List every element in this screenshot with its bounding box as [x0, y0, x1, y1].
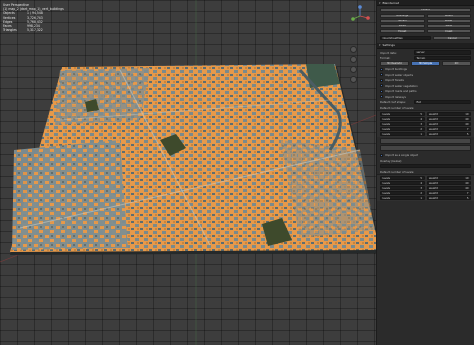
3d-viewport[interactable]: User Perspective (1) map_2 (dart_map_1)_… [0, 0, 376, 345]
weight-field[interactable]: weight 5 [426, 132, 471, 137]
weight-field[interactable]: weight 7 [426, 127, 471, 132]
cancel-button[interactable]: Cancel [433, 35, 471, 41]
levels-field[interactable]: levels 2 [380, 127, 425, 132]
axis-x-icon [366, 16, 370, 20]
levels-field[interactable]: levels 1 [380, 132, 425, 137]
stat-row: Triangles 5,317,322 [3, 28, 43, 33]
format-label: Format: [380, 56, 391, 60]
checkbox[interactable] [380, 78, 383, 82]
layer-button[interactable]: Water [426, 18, 471, 23]
city-map-model[interactable] [0, 0, 376, 345]
mode-tab[interactable]: 2D [442, 61, 471, 66]
extent-button[interactable]: Extent [380, 7, 471, 12]
checkbox[interactable] [380, 67, 383, 71]
mode-tab[interactable]: 3D Realistic [380, 61, 409, 66]
levels-field[interactable]: levels 4 [380, 181, 425, 186]
pan-icon[interactable] [349, 56, 357, 63]
levels-field[interactable]: levels 5 [380, 176, 425, 181]
settings-header[interactable]: ▾ Settings [377, 42, 474, 49]
empty-list-box [380, 138, 471, 145]
checkbox[interactable] [380, 153, 383, 157]
weight-field[interactable]: weight 10 [426, 112, 471, 117]
weight-field[interactable]: weight 5 [426, 196, 471, 201]
weight-field[interactable]: weight 40 [426, 181, 471, 186]
levels-field[interactable]: levels 3 [380, 186, 425, 191]
levels-table: levels 5 weight 10 levels 4 weight 40 levels… [377, 110, 474, 138]
levels-field[interactable]: levels 4 [380, 117, 425, 122]
navigation-gizmo[interactable] [345, 3, 375, 45]
chevron-down-icon: ▾ [379, 0, 381, 5]
sidebar-panel: ▾ Blendernet Extent Buildings Roads Terr… [376, 0, 474, 345]
roof-shape-select[interactable]: flat [414, 99, 471, 105]
axis-z-icon [358, 5, 362, 9]
data-source-field[interactable]: OpenStreetMap [380, 35, 432, 41]
import-data-select[interactable]: server [414, 50, 471, 55]
mode-tab-active[interactable]: 3D Simple [411, 61, 440, 66]
layer-button[interactable]: Buildings [380, 13, 425, 18]
checkbox[interactable] [380, 95, 383, 98]
weight-field[interactable]: weight 40 [426, 122, 471, 127]
viewport-tools [338, 46, 368, 83]
weight-field[interactable]: weight 7 [426, 191, 471, 196]
import-data-label: Import data: [380, 50, 397, 55]
weight-field[interactable]: weight 40 [426, 186, 471, 191]
layer-button[interactable]: Rails [426, 23, 471, 29]
chevron-down-icon: ▾ [379, 43, 381, 48]
viewport-statistics: User Perspective (1) map_2 (dart_map_1)_… [3, 3, 64, 32]
layer-button[interactable]: Roads [426, 13, 471, 18]
empty-list-box [380, 145, 471, 152]
levels-label-2: Default number of levels: [380, 169, 415, 174]
camera-icon[interactable] [349, 66, 357, 73]
checkbox[interactable] [380, 73, 383, 76]
panel-header[interactable]: ▾ Blendernet [377, 0, 474, 6]
axis-y-icon [351, 17, 355, 21]
levels-label: Default number of levels: [380, 105, 415, 110]
layer-button[interactable]: Parks [380, 23, 425, 29]
overlay-label: Overlay (below): [380, 158, 403, 163]
levels-table-2: levels 5 weight 10 levels 4 weight 40 levels… [377, 174, 474, 202]
perspective-toggle-icon[interactable] [349, 76, 357, 83]
levels-field[interactable]: levels 2 [380, 191, 425, 196]
roof-shape-label: Default roof shape: [380, 100, 406, 104]
layer-button[interactable]: Forest [380, 29, 425, 34]
levels-field[interactable]: levels 5 [380, 112, 425, 117]
overlay-select[interactable] [380, 163, 471, 169]
checkbox[interactable] [380, 89, 383, 93]
checkbox[interactable] [380, 84, 383, 87]
weight-field[interactable]: weight 40 [426, 117, 471, 122]
layer-button[interactable]: Coast [426, 29, 471, 34]
levels-field[interactable]: levels 3 [380, 122, 425, 127]
zoom-icon[interactable] [349, 46, 357, 53]
layer-button[interactable]: Terrain [380, 18, 425, 23]
levels-field[interactable]: levels 1 [380, 196, 425, 201]
weight-field[interactable]: weight 10 [426, 176, 471, 181]
format-select[interactable]: Terrain [414, 55, 471, 61]
